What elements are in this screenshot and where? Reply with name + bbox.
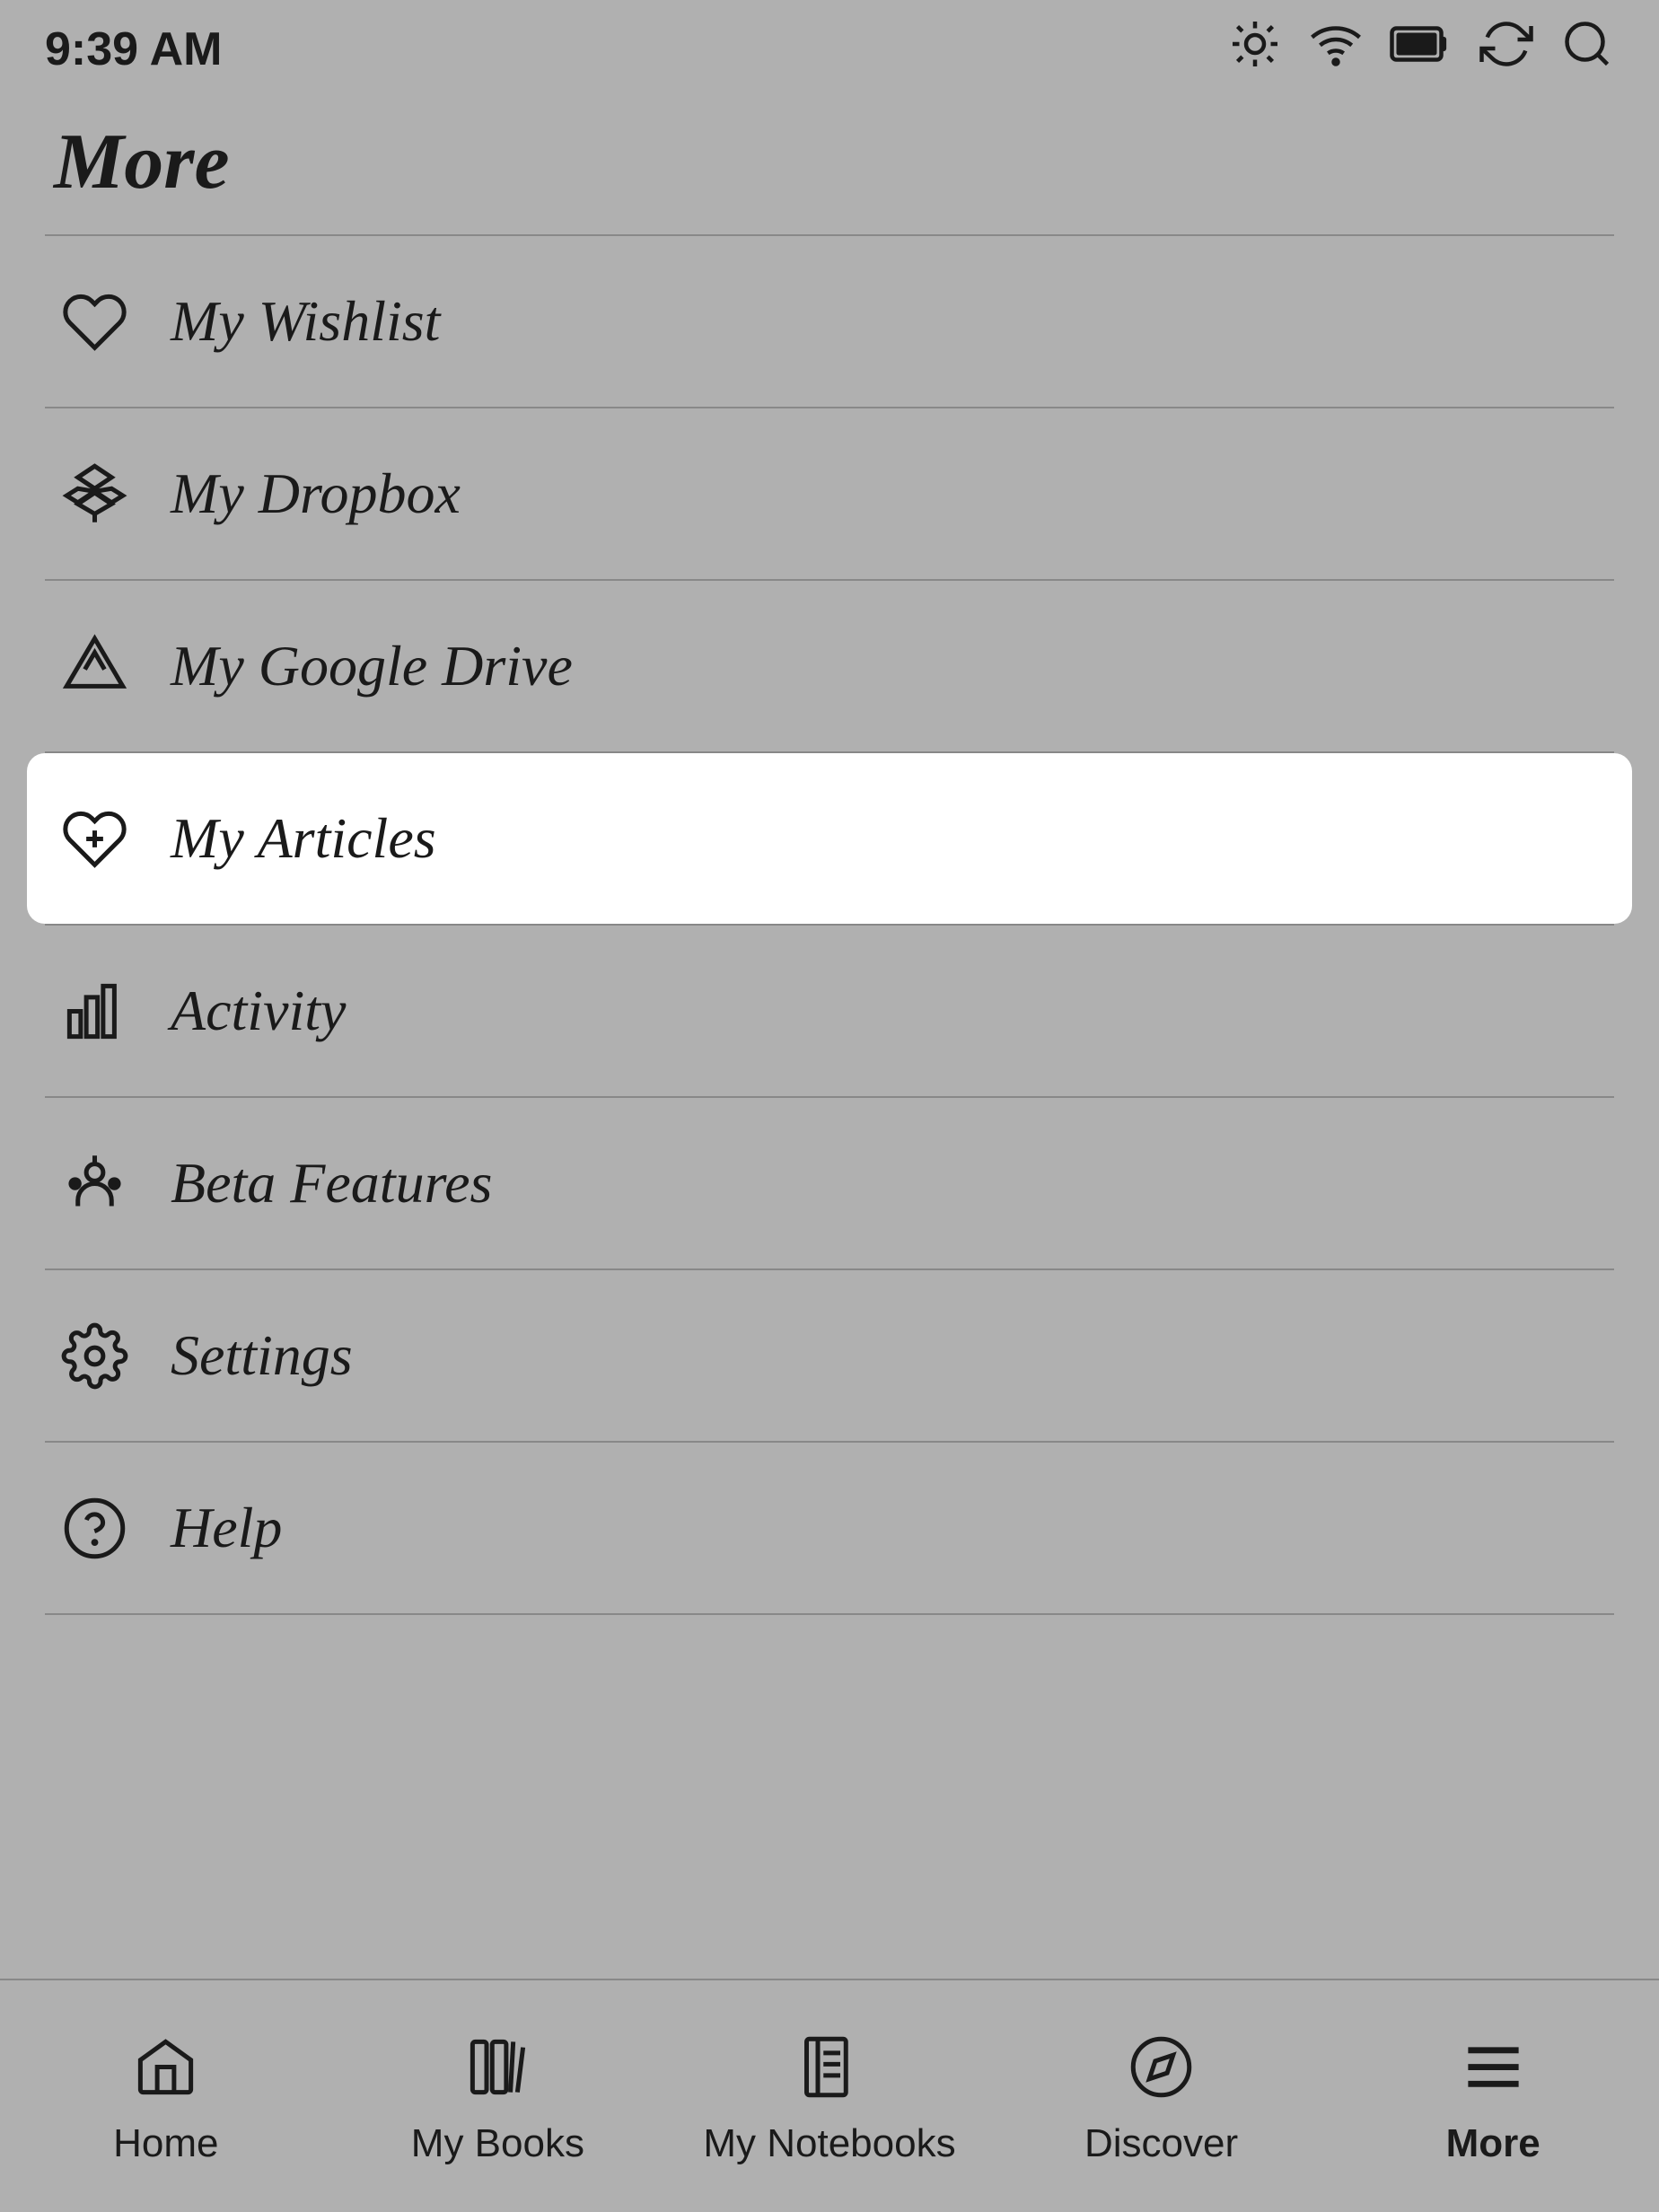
search-status-icon[interactable] <box>1560 17 1614 83</box>
dropbox-icon <box>54 453 135 534</box>
menu-list: My Wishlist My Dropbox My Google Drive <box>0 236 1659 1615</box>
activity-label: Activity <box>171 978 346 1044</box>
nav-item-discover[interactable]: Discover <box>996 2009 1328 2184</box>
wifi-icon <box>1309 17 1363 83</box>
nav-item-my-books[interactable]: My Books <box>332 2009 664 2184</box>
notebooks-nav-label: My Notebooks <box>703 2121 955 2166</box>
more-nav-icon <box>1453 2027 1533 2108</box>
page-title: More <box>0 90 1659 234</box>
settings-icon <box>54 1315 135 1396</box>
books-nav-label: My Books <box>411 2121 584 2166</box>
nav-item-my-notebooks[interactable]: My Notebooks <box>663 2009 996 2184</box>
home-nav-icon <box>126 2027 206 2108</box>
heart-icon <box>54 281 135 362</box>
menu-item-articles[interactable]: My Articles <box>27 753 1632 924</box>
divider-8 <box>45 1613 1614 1615</box>
menu-item-google-drive[interactable]: My Google Drive <box>0 581 1659 751</box>
google-drive-label: My Google Drive <box>171 633 573 699</box>
home-nav-label: Home <box>113 2121 218 2166</box>
bottom-nav: Home My Books My Notebooks <box>0 1979 1659 2212</box>
sync-icon <box>1479 17 1533 83</box>
beta-icon <box>54 1143 135 1224</box>
status-bar: 9:39 AM <box>0 0 1659 90</box>
menu-item-activity[interactable]: Activity <box>0 926 1659 1096</box>
nav-item-home[interactable]: Home <box>0 2009 332 2184</box>
google-drive-icon <box>54 626 135 707</box>
discover-nav-label: Discover <box>1084 2121 1238 2166</box>
menu-item-help[interactable]: Help <box>0 1443 1659 1613</box>
beta-label: Beta Features <box>171 1150 492 1216</box>
wishlist-label: My Wishlist <box>171 288 440 355</box>
articles-icon <box>54 798 135 879</box>
menu-item-beta[interactable]: Beta Features <box>0 1098 1659 1268</box>
help-label: Help <box>171 1495 282 1561</box>
settings-label: Settings <box>171 1322 353 1389</box>
menu-item-dropbox[interactable]: My Dropbox <box>0 408 1659 579</box>
status-icons <box>1228 17 1614 83</box>
menu-item-settings[interactable]: Settings <box>0 1270 1659 1441</box>
books-nav-icon <box>457 2027 538 2108</box>
notebooks-nav-icon <box>789 2027 870 2108</box>
activity-icon <box>54 970 135 1051</box>
more-nav-label: More <box>1446 2121 1540 2166</box>
menu-item-wishlist[interactable]: My Wishlist <box>0 236 1659 407</box>
nav-item-more[interactable]: More <box>1327 2009 1659 2184</box>
status-time: 9:39 AM <box>45 22 222 76</box>
help-icon <box>54 1488 135 1568</box>
brightness-icon <box>1228 17 1282 83</box>
dropbox-label: My Dropbox <box>171 461 461 527</box>
battery-icon <box>1390 17 1453 83</box>
articles-label: My Articles <box>171 805 436 872</box>
discover-nav-icon <box>1121 2027 1202 2108</box>
